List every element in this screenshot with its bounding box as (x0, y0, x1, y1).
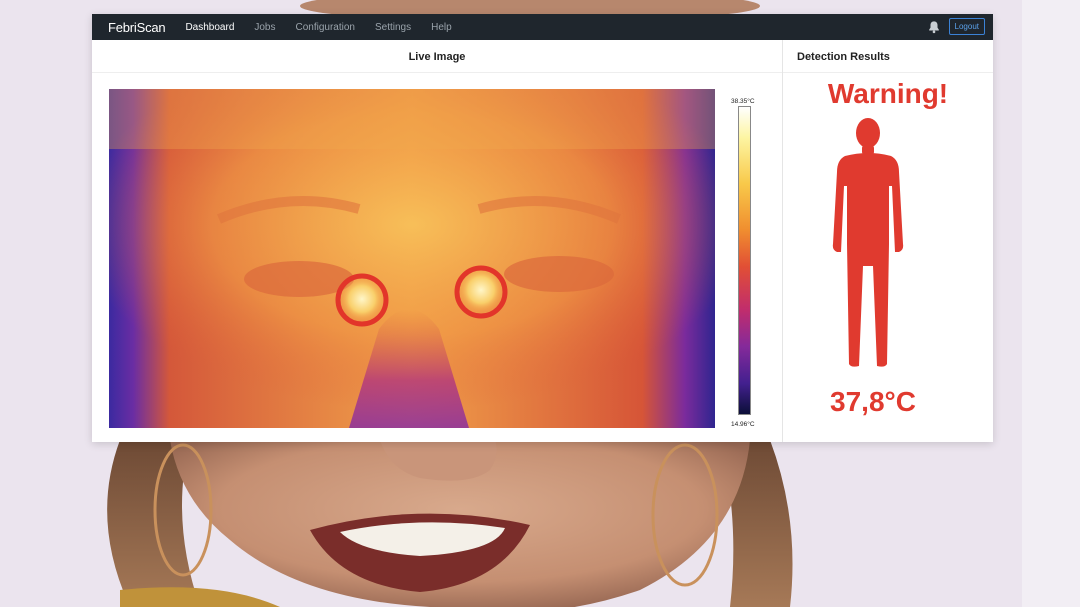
scale-max-label: 38.35°C (731, 98, 755, 105)
colorbar (738, 106, 751, 415)
temperature-scale: 38.35°C 14.96°C (719, 98, 765, 428)
febriscan-window: FebriScan Dashboard Jobs Configuration S… (92, 14, 993, 442)
nav-item-configuration[interactable]: Configuration (296, 22, 355, 33)
navbar: FebriScan Dashboard Jobs Configuration S… (92, 14, 993, 40)
live-image-title: Live Image (92, 40, 782, 73)
human-body-icon (832, 118, 904, 367)
nav-item-settings[interactable]: Settings (375, 22, 411, 33)
warning-status: Warning! (827, 78, 949, 109)
thermal-image (109, 89, 715, 428)
logout-button[interactable]: Logout (948, 18, 985, 35)
detection-results-title: Detection Results (783, 40, 993, 73)
nav-item-jobs[interactable]: Jobs (254, 22, 275, 33)
bell-icon[interactable] (927, 20, 941, 34)
main-content: Live Image 38.35°C 14.96°C Detection Res… (92, 40, 993, 442)
live-image-panel: Live Image 38.35°C 14.96°C (92, 40, 783, 442)
detection-results-panel: Detection Results Warning! 37,8°C (783, 40, 993, 442)
navbar-right: Logout (927, 18, 985, 35)
nav-item-dashboard[interactable]: Dashboard (185, 22, 234, 33)
scale-min-label: 14.96°C (731, 421, 755, 428)
temperature-reading: 37,8°C (830, 386, 916, 417)
nav-item-help[interactable]: Help (431, 22, 452, 33)
brand-logo[interactable]: FebriScan (108, 20, 166, 35)
